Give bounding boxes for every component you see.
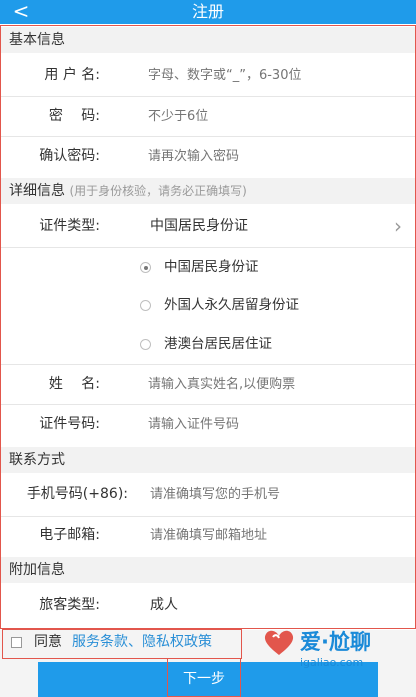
name-input[interactable] (148, 371, 408, 397)
id-type-label: 证件类型: (39, 218, 100, 234)
page-title: 注册 (191, 2, 224, 21)
section-title: 基本信息 (9, 32, 65, 48)
section-title: 详细信息 (9, 183, 65, 199)
divider (1, 364, 415, 365)
next-button[interactable]: 下一步 (167, 668, 241, 690)
section-title: 联系方式 (9, 452, 65, 468)
divider (1, 404, 415, 405)
watermark-domain: igaliao.com (300, 656, 364, 669)
name-label: 姓 名: (48, 376, 100, 392)
section-basic-info: 基本信息 (1, 27, 415, 53)
confirm-password-label: 确认密码: (39, 148, 100, 164)
section-detail-info: 详细信息 (用于身份核验，请务必正确填写) (1, 178, 415, 204)
radio-option-3[interactable] (140, 339, 151, 350)
radio-option-label: 港澳台居民居住证 (164, 336, 272, 352)
username-label: 用 户 名: (44, 67, 100, 83)
section-extra-info: 附加信息 (1, 557, 415, 583)
section-contact: 联系方式 (1, 447, 415, 473)
divider (1, 516, 415, 517)
passenger-type-value[interactable]: 成人 (150, 594, 350, 616)
agree-checkbox[interactable] (11, 637, 22, 648)
divider (1, 136, 415, 137)
confirm-password-input[interactable] (148, 143, 408, 169)
email-input[interactable] (150, 522, 408, 548)
divider (1, 96, 415, 97)
radio-option-label: 外国人永久居留身份证 (164, 297, 299, 313)
password-label: 密 码: (48, 108, 100, 124)
radio-option-2[interactable] (140, 300, 151, 311)
chevron-right-icon[interactable]: › (394, 214, 408, 238)
divider (1, 247, 415, 248)
phone-label: 手机号码(+86): (26, 486, 128, 502)
passenger-type-label: 旅客类型: (39, 597, 100, 613)
radio-option-label: 中国居民身份证 (164, 259, 259, 275)
password-input[interactable] (148, 103, 408, 129)
id-number-input[interactable] (148, 411, 408, 437)
radio-option-1[interactable] (140, 262, 151, 273)
watermark-brand: 爱·尬聊 (300, 630, 371, 654)
heart-logo-icon (264, 630, 294, 655)
section-hint: (用于身份核验，请务必正确填写) (69, 184, 247, 198)
terms-link[interactable]: 服务条款、隐私权政策 (72, 632, 212, 652)
id-type-select[interactable]: 中国居民身份证 (150, 215, 390, 237)
email-label: 电子邮箱: (39, 527, 100, 543)
id-number-label: 证件号码: (39, 416, 100, 432)
username-input[interactable] (148, 62, 408, 88)
section-title: 附加信息 (9, 562, 65, 578)
phone-input[interactable] (150, 481, 408, 507)
agree-text: 同意 (34, 634, 62, 650)
